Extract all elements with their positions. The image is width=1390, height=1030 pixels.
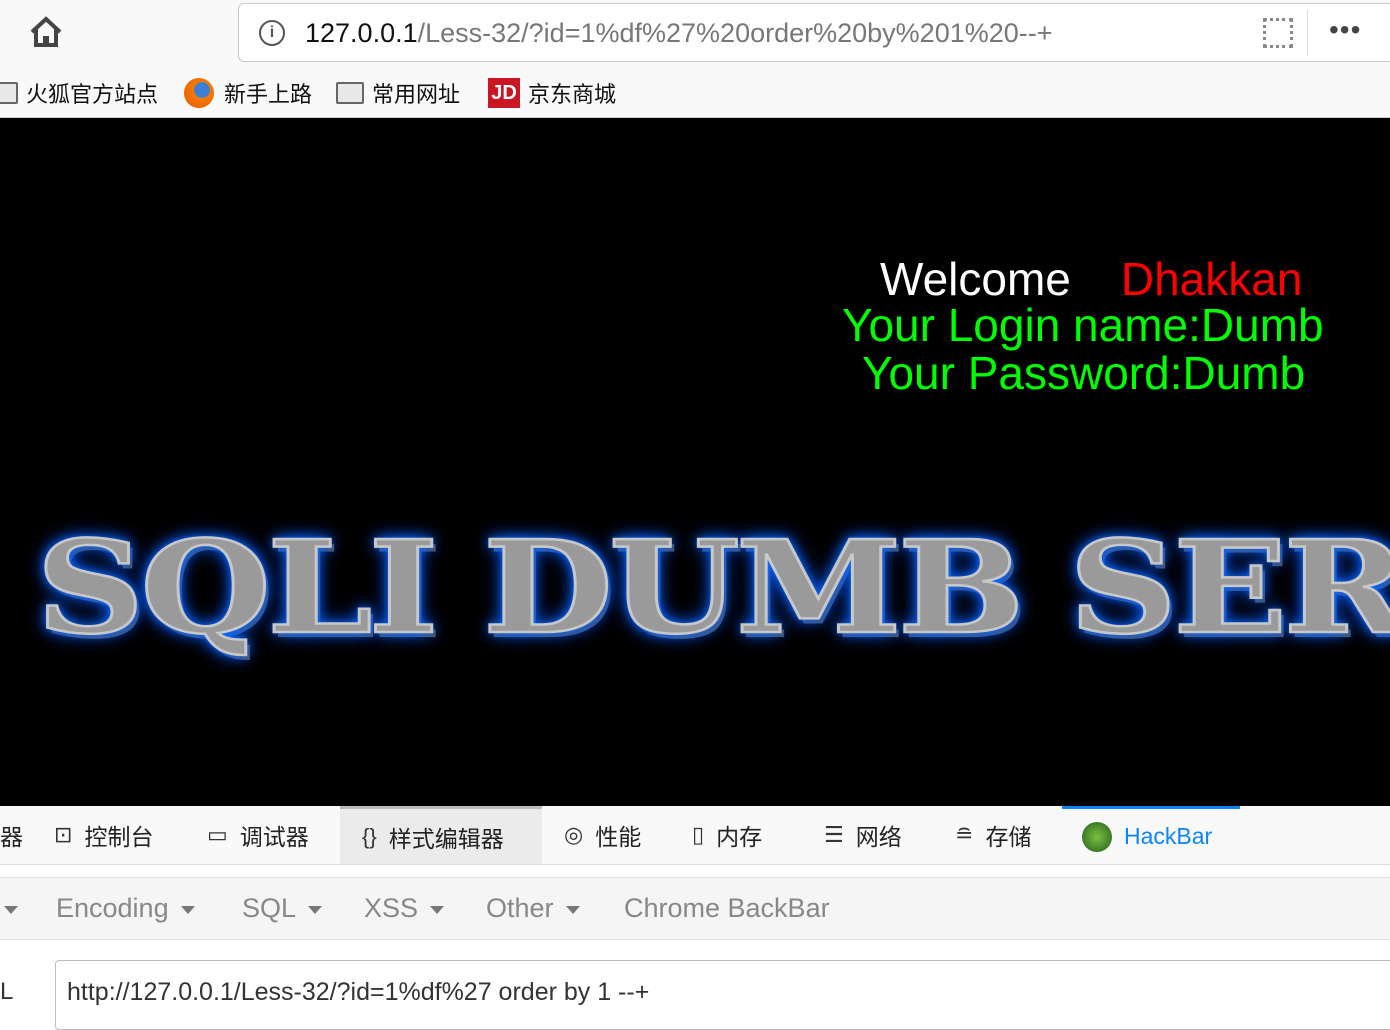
- tab-style-editor[interactable]: {} 样式编辑器: [340, 806, 542, 864]
- bookmark-item[interactable]: 火狐官方站点: [0, 78, 158, 108]
- tab-memory[interactable]: ▯ 内存: [692, 806, 762, 864]
- firefox-icon: [184, 78, 214, 108]
- caret-down-icon: [565, 905, 580, 914]
- address-bar[interactable]: i 127.0.0.1/Less-32/?id=1%df%27%20order%…: [238, 3, 1390, 62]
- hackbar-menu: Encoding SQL XSS Other Chrome BackBar: [0, 877, 1390, 940]
- menu-label: Encoding: [56, 893, 169, 923]
- devtools-tabs: 器 ⊡ 控制台 ▭ 调试器 {} 样式编辑器 ◎ 性能 ▯ 内存 ☰ 网络 ≘ 存储 Hack…: [0, 806, 1390, 865]
- memory-icon: ▯: [692, 822, 705, 847]
- menu-label: SQL: [242, 893, 297, 923]
- debugger-icon: ▭: [207, 822, 228, 847]
- menu-dropdown[interactable]: [0, 893, 18, 924]
- menu-sql[interactable]: SQL: [242, 893, 323, 924]
- qr-code-icon[interactable]: [1263, 18, 1293, 48]
- password: Your Password:Dumb: [862, 347, 1306, 399]
- caret-down-icon: [180, 905, 195, 914]
- console-icon: ⊡: [54, 822, 73, 847]
- url-path: /Less-32/?id=1%df%27%20order%20by%201%20…: [417, 18, 1053, 48]
- jd-icon: JD: [488, 78, 520, 108]
- hackbar-icon: [1082, 821, 1112, 852]
- more-actions-button[interactable]: •••: [1329, 14, 1361, 46]
- menu-xss[interactable]: XSS: [364, 893, 445, 924]
- tab-label: 内存: [716, 824, 763, 850]
- tab-label: 调试器: [239, 824, 309, 850]
- tab-hackbar[interactable]: HackBar: [1062, 806, 1240, 864]
- tab-inspector[interactable]: 器: [0, 806, 23, 864]
- tab-label: 样式编辑器: [388, 825, 504, 852]
- performance-icon: ◎: [564, 822, 584, 847]
- divider: [1307, 10, 1308, 56]
- braces-icon: {}: [362, 823, 377, 849]
- hackbar-url-input[interactable]: http://127.0.0.1/Less-32/?id=1%df%27 ord…: [55, 960, 1390, 1030]
- network-icon: ☰: [824, 822, 844, 847]
- folder-icon: [336, 82, 364, 104]
- chrome-backbar-link[interactable]: Chrome BackBar: [624, 893, 830, 924]
- info-icon[interactable]: i: [259, 20, 285, 46]
- url-label: L: [0, 978, 14, 1005]
- page-content: Welcome Dhakkan Your Login name:Dumb Your…: [0, 118, 1390, 806]
- caret-down-icon: [4, 905, 18, 914]
- login-name: Your Login name:Dumb: [842, 299, 1324, 351]
- caret-down-icon: [430, 905, 445, 914]
- tab-label: 网络: [855, 824, 902, 850]
- menu-encoding[interactable]: Encoding: [56, 893, 195, 924]
- caret-down-icon: [308, 905, 323, 914]
- url-text[interactable]: 127.0.0.1/Less-32/?id=1%df%27%20order%20…: [305, 18, 1053, 49]
- menu-label: XSS: [364, 893, 419, 923]
- bookmark-label: 火狐官方站点: [26, 82, 159, 107]
- browser-toolbar: i 127.0.0.1/Less-32/?id=1%df%27%20order%…: [0, 0, 1390, 118]
- storage-icon: ≘: [955, 822, 974, 847]
- bookmark-label: 常用网址: [372, 82, 461, 107]
- menu-other[interactable]: Other: [486, 893, 580, 924]
- tab-debugger[interactable]: ▭ 调试器: [207, 806, 309, 864]
- tab-label: 器: [0, 824, 23, 850]
- tab-storage[interactable]: ≘ 存储: [955, 806, 1031, 864]
- menu-label: Other: [486, 893, 554, 923]
- bookmark-label: 京东商城: [528, 82, 617, 107]
- tab-label: HackBar: [1124, 823, 1213, 849]
- home-icon[interactable]: [28, 14, 64, 50]
- sqli-dumb-series-logo: SQLI DUMB SERIES: [35, 512, 1390, 664]
- url-host: 127.0.0.1: [305, 18, 418, 48]
- tab-performance[interactable]: ◎ 性能: [564, 806, 641, 864]
- tab-label: 性能: [595, 824, 642, 850]
- tab-console[interactable]: ⊡ 控制台: [54, 806, 153, 864]
- folder-icon: [0, 82, 18, 104]
- tab-label: 控制台: [84, 824, 154, 850]
- tab-label: 存储: [985, 824, 1032, 850]
- bookmark-item[interactable]: 常用网址: [336, 78, 460, 108]
- bookmark-label: 新手上路: [224, 82, 313, 107]
- bookmark-item[interactable]: JD 京东商城: [488, 78, 616, 108]
- bookmark-item[interactable]: 新手上路: [184, 78, 312, 108]
- tab-network[interactable]: ☰ 网络: [824, 806, 902, 864]
